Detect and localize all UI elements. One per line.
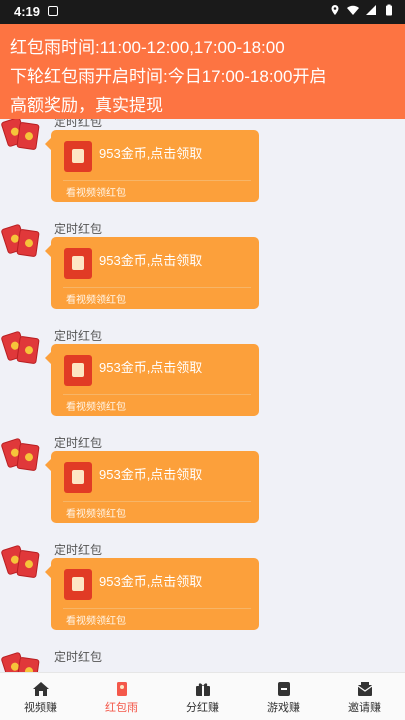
red-envelope-avatar-icon <box>0 119 42 151</box>
sender-name: 定时红包 <box>54 543 103 557</box>
red-packet-bubble[interactable]: 953金币,点击领取 看视频领红包 <box>45 237 259 309</box>
watch-video-label: 看视频领红包 <box>66 188 126 199</box>
coin-reward-text: 953金币,点击领取 <box>99 574 203 589</box>
bottom-tab-bar: 视频赚 红包雨 分红赚 游戏赚 邀请赚 <box>0 672 405 720</box>
tab-invite-earn[interactable]: 邀请赚 <box>324 673 405 720</box>
coin-reward-text: 953金币,点击领取 <box>99 253 203 268</box>
bubble-divider <box>63 287 251 288</box>
coin-reward-text: 953金币,点击领取 <box>99 467 203 482</box>
sender-name: 定时红包 <box>54 436 103 450</box>
bubble-divider <box>63 501 251 502</box>
red-packet-rain-banner: 红包雨时间:11:00-12:00,17:00-18:00 下轮红包雨开启时间:… <box>0 24 405 119</box>
red-packet-icon <box>64 569 92 600</box>
red-packet-icon <box>64 462 92 493</box>
red-packet-bubble[interactable]: 953金币,点击领取 看视频领红包 <box>45 344 259 416</box>
red-packet-bubble[interactable]: 953金币,点击领取 看视频领红包 <box>45 558 259 630</box>
list-item: 定时红包 953金币,点击领取 看视频领红包 <box>0 327 405 434</box>
tab-red-packet-rain[interactable]: 红包雨 <box>81 673 162 720</box>
tab-label: 分红赚 <box>186 702 219 714</box>
tab-dividend-earn[interactable]: 分红赚 <box>162 673 243 720</box>
red-packet-icon <box>64 248 92 279</box>
list-item: 定时红包 <box>0 648 405 672</box>
watch-video-label: 看视频领红包 <box>66 295 126 306</box>
status-time: 4:19 <box>14 4 41 19</box>
red-envelope-avatar-icon <box>0 327 42 365</box>
message-feed[interactable]: 定时红包 953金币,点击领取 看视频领红包 定时红包 953金币,点击领取 看… <box>0 119 405 672</box>
coin-reward-text: 953金币,点击领取 <box>99 146 203 161</box>
watch-video-label: 看视频领红包 <box>66 616 126 627</box>
red-envelope-avatar-icon <box>0 541 42 579</box>
next-round-text: 下轮红包雨开启时间:今日17:00-18:00开启 <box>10 67 327 86</box>
coin-reward-text: 953金币,点击领取 <box>99 360 203 375</box>
location-icon <box>331 5 339 15</box>
reward-slogan: 高额奖励，真实提现 <box>10 96 163 115</box>
signal-icon <box>366 5 376 15</box>
list-item: 定时红包 953金币,点击领取 看视频领红包 <box>0 119 405 220</box>
sender-name: 定时红包 <box>54 650 103 664</box>
red-packet-icon <box>64 355 92 386</box>
red-envelope-icon <box>116 682 127 696</box>
list-item: 定时红包 953金币,点击领取 看视频领红包 <box>0 434 405 541</box>
sender-name: 定时红包 <box>54 119 103 129</box>
gift-box-icon <box>195 683 210 696</box>
game-icon <box>277 682 290 696</box>
list-item: 定时红包 953金币,点击领取 看视频领红包 <box>0 541 405 648</box>
sender-name: 定时红包 <box>54 329 103 343</box>
red-packet-bubble[interactable]: 953金币,点击领取 看视频领红包 <box>45 451 259 523</box>
watch-video-label: 看视频领红包 <box>66 402 126 413</box>
tab-video-earn[interactable]: 视频赚 <box>0 673 81 720</box>
status-bar: 4:19 <box>0 0 405 24</box>
status-icons <box>329 4 395 16</box>
tab-label: 视频赚 <box>24 702 57 714</box>
red-packet-bubble[interactable]: 953金币,点击领取 看视频领红包 <box>45 130 259 202</box>
tab-label: 红包雨 <box>105 702 138 714</box>
notification-icon <box>48 6 58 16</box>
red-envelope-avatar-icon <box>0 220 42 258</box>
home-icon <box>32 682 49 696</box>
battery-icon <box>386 4 392 16</box>
tab-game-earn[interactable]: 游戏赚 <box>243 673 324 720</box>
sender-name: 定时红包 <box>54 222 103 236</box>
wifi-icon <box>347 5 359 15</box>
tab-label: 游戏赚 <box>267 702 300 714</box>
tab-label: 邀请赚 <box>348 702 381 714</box>
red-envelope-avatar-icon <box>0 648 42 672</box>
invite-mail-icon <box>357 682 372 696</box>
rain-time-text: 红包雨时间:11:00-12:00,17:00-18:00 <box>10 38 285 57</box>
list-item: 定时红包 953金币,点击领取 看视频领红包 <box>0 220 405 327</box>
red-envelope-avatar-icon <box>0 434 42 472</box>
watch-video-label: 看视频领红包 <box>66 509 126 520</box>
bubble-divider <box>63 180 251 181</box>
bubble-divider <box>63 394 251 395</box>
bubble-divider <box>63 608 251 609</box>
red-packet-icon <box>64 141 92 172</box>
